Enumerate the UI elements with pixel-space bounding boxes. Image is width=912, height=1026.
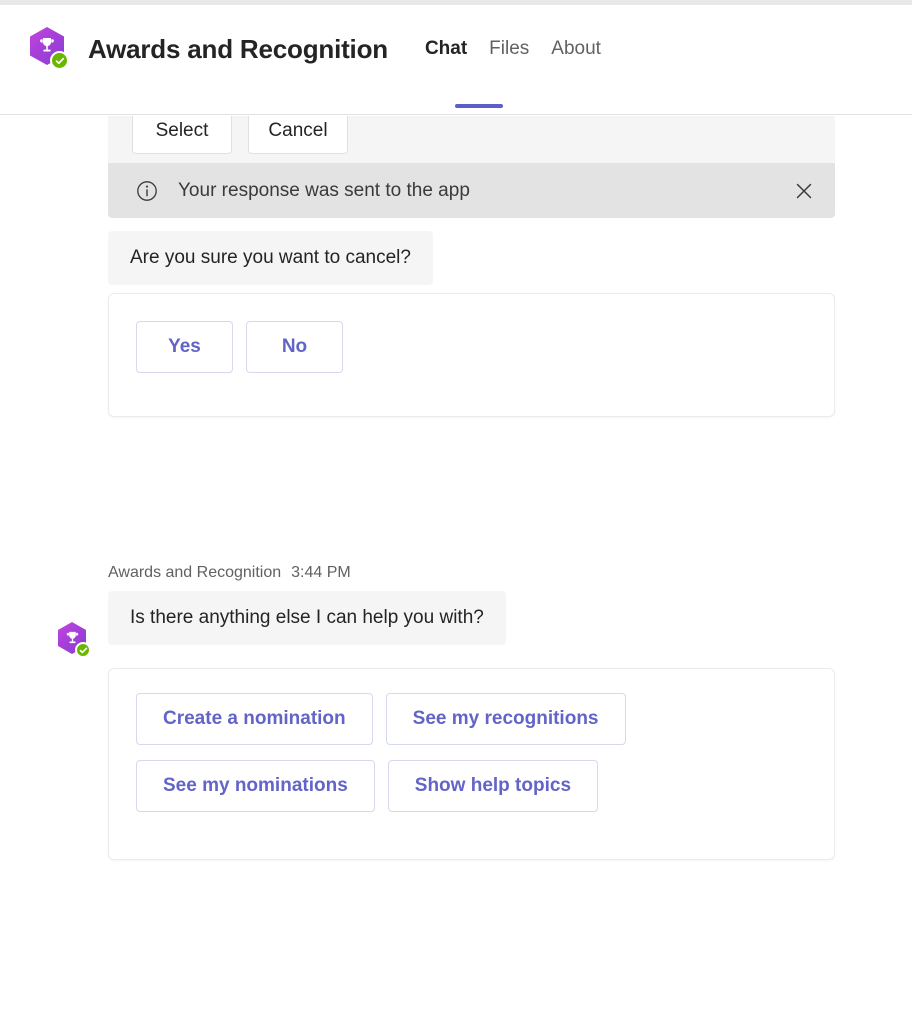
confirm-message-bubble: Are you sure you want to cancel? xyxy=(108,231,433,285)
tab-files[interactable]: Files xyxy=(478,38,540,60)
bot-message-bubble: Is there anything else I can help you wi… xyxy=(108,591,506,645)
app-avatar xyxy=(30,27,70,71)
confirm-button-row: Yes No xyxy=(109,294,834,373)
teams-chat-app: Awards and Recognition Chat Files About … xyxy=(0,0,912,1026)
message-sender-line: Awards and Recognition 3:44 PM xyxy=(108,564,351,582)
chat-message-list[interactable]: Select Cancel Your response was sent to … xyxy=(0,116,912,1026)
yes-button[interactable]: Yes xyxy=(136,321,233,373)
app-header: Awards and Recognition Chat Files About xyxy=(0,5,912,115)
see-my-nominations-button[interactable]: See my nominations xyxy=(136,760,375,812)
close-icon[interactable] xyxy=(791,178,817,204)
response-sent-notification: Your response was sent to the app xyxy=(108,163,835,218)
tab-chat[interactable]: Chat xyxy=(414,38,478,60)
info-circle-icon xyxy=(136,180,158,202)
show-help-topics-button[interactable]: Show help topics xyxy=(387,760,599,812)
see-my-recognitions-button[interactable]: See my recognitions xyxy=(385,693,626,745)
previous-action-card: Select Cancel xyxy=(108,116,835,168)
sender-name: Awards and Recognition xyxy=(108,564,282,581)
suggestion-button-row: Create a nomination See my recognitions … xyxy=(109,669,834,812)
tab-about[interactable]: About xyxy=(540,38,612,60)
available-check-icon xyxy=(75,642,91,658)
active-tab-indicator xyxy=(455,104,503,108)
no-button[interactable]: No xyxy=(246,321,343,373)
page-title: Awards and Recognition xyxy=(88,33,388,64)
create-a-nomination-button[interactable]: Create a nomination xyxy=(136,693,373,745)
tab-bar: Chat Files About xyxy=(414,38,612,60)
notification-text: Your response was sent to the app xyxy=(178,179,470,201)
message-avatar xyxy=(58,622,92,660)
message-timestamp: 3:44 PM xyxy=(291,564,351,581)
cancel-button[interactable]: Cancel xyxy=(248,116,348,154)
previous-action-buttons: Select Cancel xyxy=(132,116,811,154)
select-button[interactable]: Select xyxy=(132,116,232,154)
confirm-action-card: Yes No xyxy=(108,293,835,417)
suggestions-action-card: Create a nomination See my recognitions … xyxy=(108,668,835,860)
available-check-icon xyxy=(50,51,69,70)
app-header-content: Awards and Recognition Chat Files About xyxy=(30,27,612,71)
